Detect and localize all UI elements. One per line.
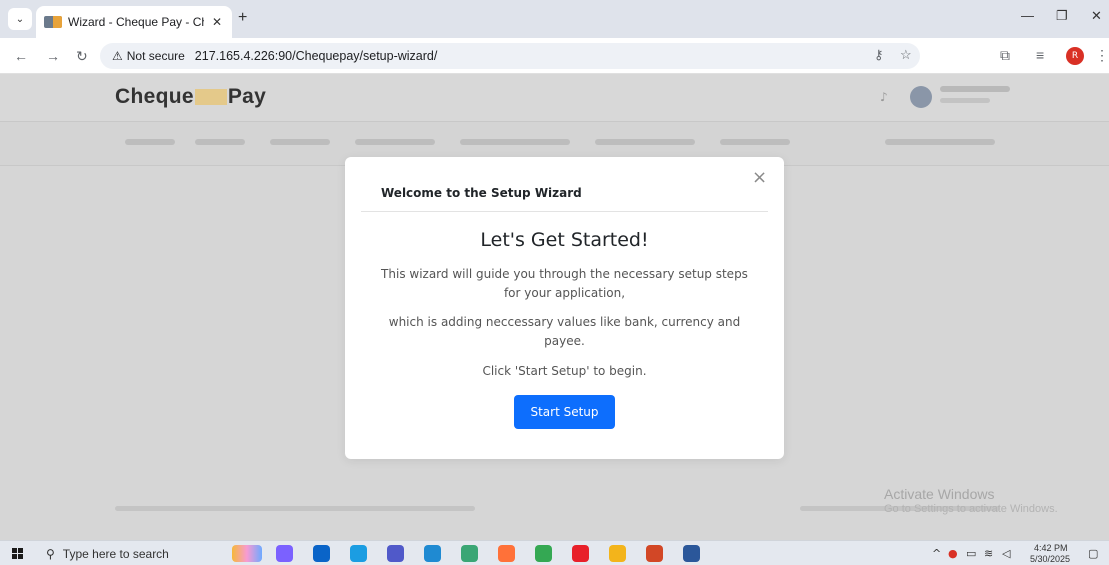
- outlook-app-icon[interactable]: [313, 545, 330, 562]
- close-window-icon[interactable]: ✕: [1091, 8, 1102, 24]
- nav-workspace: [885, 139, 995, 145]
- copilot-app-icon[interactable]: [276, 545, 293, 562]
- vscode-app-icon[interactable]: [424, 545, 441, 562]
- footer-copyright: [115, 506, 475, 511]
- not-secure-label[interactable]: Not secure: [127, 49, 185, 63]
- menu-kebab-icon[interactable]: ⋮: [1095, 47, 1109, 64]
- nav-reports: [720, 139, 790, 145]
- tab-title: Wizard - Cheque Pay - Cheque: [68, 15, 204, 29]
- firefox-app-icon[interactable]: [498, 545, 515, 562]
- setup-wizard-modal: Welcome to the Setup Wizard × Let's Get …: [345, 157, 784, 459]
- search-icon: ⚲: [46, 546, 55, 561]
- edge-app-icon[interactable]: [350, 545, 367, 562]
- minimize-icon[interactable]: —: [1021, 8, 1034, 23]
- start-setup-button[interactable]: Start Setup: [514, 395, 615, 429]
- taskbar-search[interactable]: ⚲ Type here to search: [46, 544, 206, 563]
- warning-icon[interactable]: ⚠: [112, 49, 123, 63]
- brand-right: Pay: [227, 85, 267, 108]
- user-name-placeholder: [940, 86, 1010, 92]
- battery-icon[interactable]: ▭: [966, 547, 976, 560]
- file-explorer-app-icon[interactable]: [609, 545, 626, 562]
- tab-close-icon[interactable]: ✕: [212, 15, 222, 29]
- new-tab-button[interactable]: +: [238, 9, 247, 27]
- app-green-icon[interactable]: [461, 545, 478, 562]
- modal-header: Welcome to the Setup Wizard ×: [345, 157, 784, 211]
- bookmark-star-icon[interactable]: ☆: [900, 47, 912, 63]
- wizard-intro-text: This wizard will guide you through the n…: [381, 267, 748, 300]
- nav-currencies: [355, 139, 435, 145]
- brand-mark-icon: [194, 89, 227, 106]
- volume-icon[interactable]: ◁: [1002, 547, 1010, 560]
- reload-icon[interactable]: ↻: [76, 48, 88, 65]
- clock-time[interactable]: 4:42 PM: [1034, 543, 1068, 553]
- wifi-icon[interactable]: ≋: [984, 547, 993, 560]
- tab-search-icon[interactable]: ⌄: [8, 8, 32, 30]
- search-placeholder: Type here to search: [62, 546, 169, 561]
- user-role-placeholder: [940, 98, 990, 103]
- media-app-icon[interactable]: [572, 545, 589, 562]
- nav-banks: [195, 139, 245, 145]
- tray-app-icon[interactable]: ●: [948, 547, 958, 560]
- app-header: Cheque Pay ♪: [0, 74, 1109, 122]
- restore-icon[interactable]: ❐: [1056, 8, 1068, 24]
- activate-windows-title: Activate Windows: [884, 486, 995, 502]
- wizard-instruction-text: Click 'Start Setup' to begin.: [482, 364, 647, 378]
- windows-start-icon[interactable]: [12, 548, 23, 559]
- browser-tab-bar: ⌄ Wizard - Cheque Pay - Cheque ✕ + — ❐ ✕: [0, 0, 1109, 38]
- address-bar: ← → ↻ ⚠ Not secure 217.165.4.226:90/Cheq…: [0, 38, 1109, 74]
- modal-divider: [361, 211, 768, 212]
- password-key-icon[interactable]: ⚷: [874, 47, 884, 63]
- notification-icon: ♪: [880, 90, 888, 104]
- brand-logo: Cheque Pay: [115, 85, 266, 109]
- clock-date[interactable]: 5/30/2025: [1030, 554, 1070, 564]
- nav-home: [125, 139, 175, 145]
- url-text[interactable]: 217.165.4.226:90/Chequepay/setup-wizard/: [195, 49, 438, 63]
- forward-icon[interactable]: →: [46, 48, 60, 64]
- word-app-icon[interactable]: [683, 545, 700, 562]
- profile-avatar[interactable]: R: [1066, 47, 1084, 65]
- activate-windows-subtitle: Go to Settings to activate Windows.: [884, 503, 1058, 515]
- nav-issued-cheques: [595, 139, 695, 145]
- teams-app-icon[interactable]: [387, 545, 404, 562]
- brand-left: Cheque: [115, 85, 194, 108]
- widgets-icon[interactable]: [232, 545, 262, 562]
- user-avatar: [910, 86, 932, 108]
- close-icon[interactable]: ×: [752, 167, 767, 188]
- reading-list-icon[interactable]: ≡: [1036, 47, 1044, 63]
- nav-cheque-templates: [460, 139, 570, 145]
- nav-payees: [270, 139, 330, 145]
- tray-chevron-icon[interactable]: ^: [932, 547, 941, 560]
- wizard-description-text: which is adding neccessary values like b…: [388, 315, 741, 348]
- powerpoint-app-icon[interactable]: [646, 545, 663, 562]
- modal-body: Let's Get Started! This wizard will guid…: [345, 229, 784, 429]
- chrome-app-icon[interactable]: [535, 545, 552, 562]
- back-icon[interactable]: ←: [14, 48, 28, 64]
- wizard-heading: Let's Get Started!: [480, 229, 649, 251]
- notifications-icon[interactable]: ▢: [1088, 547, 1098, 560]
- favicon-icon: [44, 16, 62, 28]
- extensions-icon[interactable]: ⧉: [1000, 47, 1010, 64]
- browser-tab[interactable]: Wizard - Cheque Pay - Cheque ✕: [36, 6, 232, 38]
- modal-title: Welcome to the Setup Wizard: [381, 186, 582, 200]
- windows-taskbar: ⚲ Type here to search ^ ● ▭ ≋ ◁ 4:42 PM …: [0, 540, 1109, 565]
- omnibox[interactable]: ⚠ Not secure 217.165.4.226:90/Chequepay/…: [100, 43, 920, 69]
